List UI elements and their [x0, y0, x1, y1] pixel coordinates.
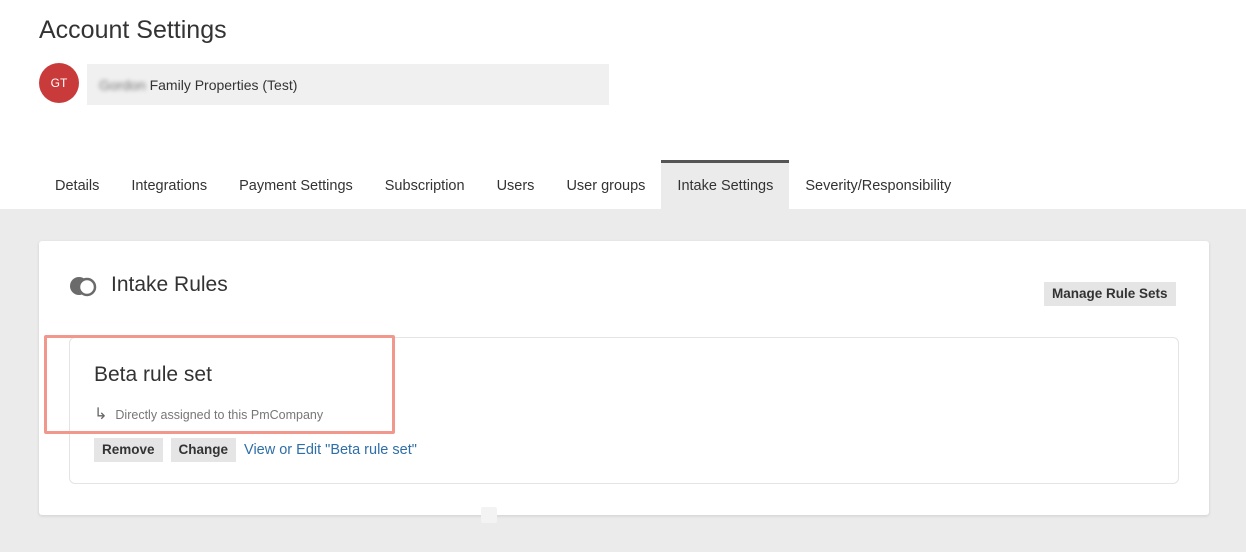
- tab-integrations[interactable]: Integrations: [115, 160, 223, 209]
- avatar[interactable]: GT: [39, 63, 79, 103]
- account-name-redacted: Gordon: [99, 77, 146, 93]
- tab-intake-settings[interactable]: Intake Settings: [661, 160, 790, 209]
- tab-severity-responsibility[interactable]: Severity/Responsibility: [789, 160, 967, 209]
- tab-users[interactable]: Users: [481, 160, 551, 209]
- manage-rule-sets-button[interactable]: Manage Rule Sets: [1044, 282, 1176, 306]
- tab-user-groups[interactable]: User groups: [550, 160, 661, 209]
- account-name-text: Family Properties (Test): [145, 77, 298, 93]
- header-area: Account Settings GT Gordon Family Proper…: [0, 0, 1246, 209]
- account-name-field[interactable]: Gordon Family Properties (Test): [87, 64, 609, 105]
- overlapping-circles-icon: [70, 277, 97, 297]
- tab-bar: Details Integrations Payment Settings Su…: [39, 160, 967, 209]
- remove-button[interactable]: Remove: [94, 438, 163, 462]
- change-button[interactable]: Change: [170, 438, 237, 462]
- scroll-handle[interactable]: [481, 507, 497, 523]
- page-title: Account Settings: [39, 16, 227, 44]
- card-title: Intake Rules: [111, 273, 228, 296]
- view-edit-rule-set-link[interactable]: View or Edit "Beta rule set": [244, 442, 417, 458]
- tab-payment-settings[interactable]: Payment Settings: [223, 160, 369, 209]
- rule-actions: Remove Change View or Edit "Beta rule se…: [94, 438, 417, 462]
- annotation-highlight: [44, 335, 395, 434]
- tab-details[interactable]: Details: [39, 160, 115, 209]
- tab-subscription[interactable]: Subscription: [369, 160, 481, 209]
